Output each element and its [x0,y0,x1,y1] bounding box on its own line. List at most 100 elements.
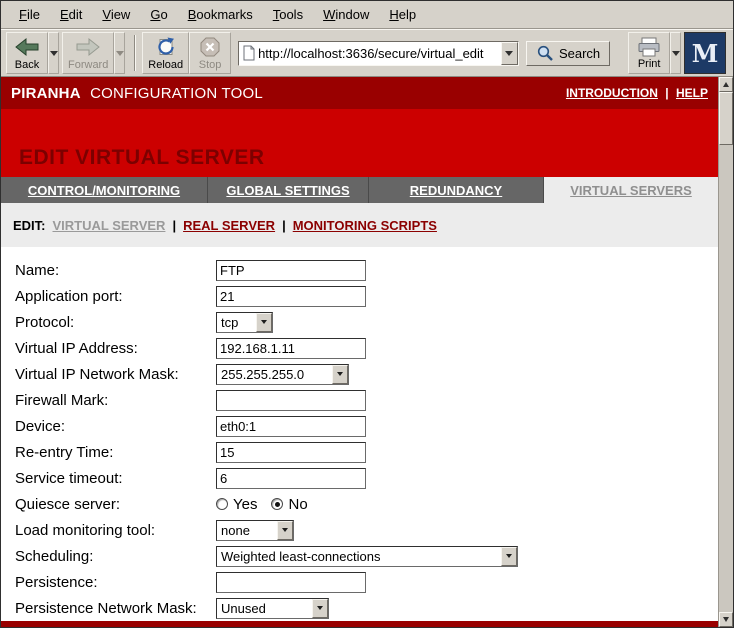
quiesce-yes-radio[interactable] [216,498,228,510]
scrollbar-track[interactable] [719,145,733,612]
forward-label: Forward [68,59,108,71]
select-value: Unused [217,599,312,618]
menu-edit[interactable]: Edit [50,2,92,27]
subnav-virtual-server-current[interactable]: VIRTUAL SERVER [53,218,166,233]
device-input[interactable] [216,416,366,437]
print-dropdown[interactable] [670,32,681,74]
back-arrow-icon [14,36,40,58]
quiesce-no-radio[interactable] [271,498,283,510]
toolbar-separator [134,35,136,71]
persistence-input[interactable] [216,572,366,593]
help-link[interactable]: HELP [676,86,708,100]
field-label: Firewall Mark: [15,392,216,409]
app-title: PIRANHA CONFIGURATION TOOL [11,85,263,102]
tab-virtual-servers[interactable]: VIRTUAL SERVERS [544,177,718,203]
select-arrow-button[interactable] [501,547,517,566]
field-label: Persistence: [15,574,216,591]
chevron-down-icon [317,606,323,610]
svg-text:M: M [692,39,719,68]
scheduling-select[interactable]: Weighted least-connections [216,546,518,567]
persistence-netmask-select[interactable]: Unused [216,598,329,619]
select-arrow-button[interactable] [332,365,348,384]
tab-global-settings[interactable]: GLOBAL SETTINGS [208,177,369,203]
menu-bar: File Edit View Go Bookmarks Tools Window… [1,1,733,29]
select-arrow-button[interactable] [312,599,328,618]
next-section-strip [1,621,718,627]
forward-button[interactable]: Forward [62,32,114,74]
menu-window[interactable]: Window [313,2,379,27]
select-arrow-button[interactable] [277,521,293,540]
quiesce-no-label: No [288,496,307,513]
field-reentry-time-row: Re-entry Time: [1,439,718,465]
forward-history-dropdown[interactable] [114,32,125,74]
back-button[interactable]: Back [6,32,48,74]
tab-redundancy[interactable]: REDUNDANCY [369,177,544,203]
subnav-monitoring-scripts-link[interactable]: MONITORING SCRIPTS [293,218,437,233]
field-label: Scheduling: [15,548,216,565]
browser-viewport: PIRANHA CONFIGURATION TOOL INTRODUCTION … [1,77,733,627]
search-icon [536,44,554,62]
page-icon [242,45,256,61]
vertical-scrollbar [718,77,733,627]
tab-control-monitoring[interactable]: CONTROL/MONITORING [1,177,208,203]
url-bar [238,41,519,66]
forward-button-group: Forward [62,32,125,74]
service-timeout-input[interactable] [216,468,366,489]
select-value: 255.255.255.0 [217,365,332,384]
print-button-group: Print [628,32,681,74]
chevron-down-icon [337,372,343,376]
piranha-header: PIRANHA CONFIGURATION TOOL INTRODUCTION … [1,77,718,109]
mozilla-m-icon: M [687,35,723,71]
field-label: Protocol: [15,314,216,331]
menu-bookmarks[interactable]: Bookmarks [178,2,263,27]
scroll-up-button[interactable] [719,77,733,92]
brand-secondary: CONFIGURATION TOOL [90,85,263,102]
field-service-timeout-row: Service timeout: [1,465,718,491]
field-label: Application port: [15,288,216,305]
field-label: Name: [15,262,216,279]
url-dropdown-button[interactable] [501,42,518,65]
arrow-up-icon [723,82,729,87]
menu-file[interactable]: File [9,2,50,27]
url-input[interactable] [256,46,501,61]
back-history-dropdown[interactable] [48,32,59,74]
menu-view[interactable]: View [92,2,140,27]
virtual-ip-input[interactable] [216,338,366,359]
field-virtual-ip-row: Virtual IP Address: [1,335,718,361]
scrollbar-thumb[interactable] [719,92,733,145]
firewall-mark-input[interactable] [216,390,366,411]
header-links: INTRODUCTION | HELP [566,86,708,100]
select-value: tcp [217,313,256,332]
name-input[interactable] [216,260,366,281]
chevron-down-icon [282,528,288,532]
application-port-input[interactable] [216,286,366,307]
field-label: Service timeout: [15,470,216,487]
reload-button[interactable]: Reload [142,32,189,74]
menu-tools[interactable]: Tools [263,2,313,27]
subnav-separator: | [172,218,176,233]
protocol-select[interactable]: tcp [216,312,273,333]
field-load-monitoring-row: Load monitoring tool: none [1,517,718,543]
field-protocol-row: Protocol: tcp [1,309,718,335]
print-button[interactable]: Print [628,32,670,74]
vip-netmask-select[interactable]: 255.255.255.0 [216,364,349,385]
field-label: Load monitoring tool: [15,522,216,539]
stop-button[interactable]: Stop [189,32,231,74]
select-value: none [217,521,277,540]
introduction-link[interactable]: INTRODUCTION [566,86,658,100]
mozilla-logo: M [684,32,726,74]
search-label: Search [559,46,600,61]
subnav-real-server-link[interactable]: REAL SERVER [183,218,275,233]
menu-go[interactable]: Go [140,2,177,27]
search-button[interactable]: Search [526,41,610,66]
select-arrow-button[interactable] [256,313,272,332]
reentry-time-input[interactable] [216,442,366,463]
browser-window: { "colors": { "header_red": "#990000", "… [0,0,734,628]
back-label: Back [15,59,39,71]
load-monitoring-select[interactable]: none [216,520,294,541]
browser-toolbar: Back Forward Reload Stop [1,29,733,77]
subnav: EDIT: VIRTUAL SERVER | REAL SERVER | MON… [1,203,718,247]
brand-primary: PIRANHA [11,85,81,102]
scroll-down-button[interactable] [719,612,733,627]
menu-help[interactable]: Help [379,2,426,27]
